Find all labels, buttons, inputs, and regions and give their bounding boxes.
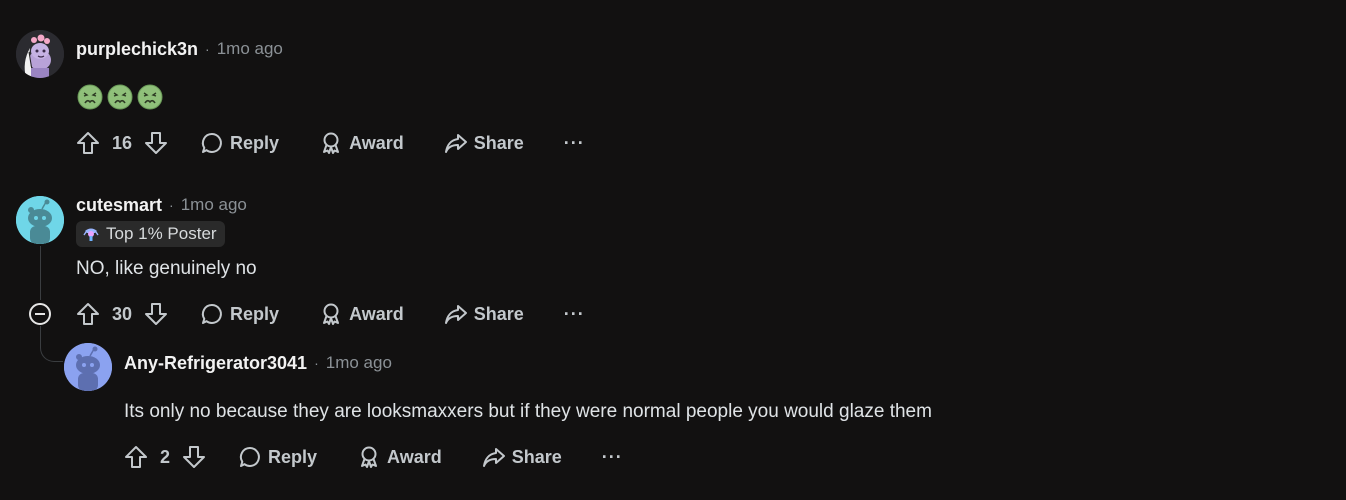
snoo-avatar-icon — [16, 196, 64, 244]
upvote-button[interactable] — [76, 131, 100, 155]
reply-button[interactable]: Reply — [200, 302, 279, 326]
award-label: Award — [349, 132, 404, 153]
comment-meta: Any-Refrigerator3041 · 1mo ago — [124, 352, 392, 374]
reply-button[interactable]: Reply — [238, 445, 317, 469]
collapse-thread-button[interactable] — [29, 303, 51, 325]
avatar[interactable] — [16, 196, 64, 244]
nauseated-face-icon — [107, 84, 133, 110]
reply-button[interactable]: Reply — [200, 131, 279, 155]
comment-meta: purplechick3n · 1mo ago — [76, 38, 283, 60]
arrow-down-icon — [183, 446, 206, 468]
share-arrow-icon — [444, 134, 467, 153]
timestamp[interactable]: 1mo ago — [181, 195, 247, 215]
purple-snoo-avatar-icon — [16, 30, 64, 78]
comment-actions: 16 Reply Award Share ··· — [76, 127, 585, 159]
separator: · — [205, 41, 210, 57]
minus-icon — [35, 313, 45, 315]
upvote-button[interactable] — [76, 302, 100, 326]
vote-score: 16 — [112, 132, 133, 153]
separator: · — [169, 197, 174, 213]
comment-body: Its only no because they are looksmaxxer… — [124, 401, 932, 422]
vote-score: 2 — [160, 446, 171, 467]
comment-actions: 2 Reply Award Share ··· — [124, 441, 623, 473]
vote-controls: 30 — [76, 302, 168, 326]
more-options-button[interactable]: ··· — [602, 447, 623, 468]
top-poster-icon — [83, 228, 99, 241]
share-arrow-icon — [482, 448, 505, 467]
nauseated-face-icon — [77, 84, 103, 110]
snoo-avatar-icon — [64, 343, 112, 391]
award-icon — [323, 132, 340, 154]
upvote-button[interactable] — [124, 445, 148, 469]
arrow-up-icon — [77, 132, 99, 154]
comment-bubble-icon — [201, 303, 222, 324]
award-button[interactable]: Award — [319, 302, 404, 326]
comment-thread: purplechick3n · 1mo ago 16 Reply Award S… — [0, 0, 1346, 500]
thread-line[interactable] — [40, 246, 41, 300]
nauseated-face-icon — [137, 84, 163, 110]
award-button[interactable]: Award — [319, 131, 404, 155]
downvote-button[interactable] — [144, 131, 168, 155]
award-icon — [323, 303, 340, 325]
comment-bubble-icon — [239, 446, 260, 467]
downvote-button[interactable] — [182, 445, 206, 469]
vote-score: 30 — [112, 303, 133, 324]
reply-label: Reply — [230, 303, 280, 324]
timestamp[interactable]: 1mo ago — [217, 39, 283, 59]
share-label: Share — [511, 446, 562, 467]
award-label: Award — [387, 446, 442, 467]
comment-meta: cutesmart · 1mo ago — [76, 194, 247, 216]
comment-body: NO, like genuinely no — [76, 258, 257, 279]
reply-label: Reply — [230, 132, 280, 153]
username[interactable]: purplechick3n — [76, 39, 198, 60]
share-label: Share — [473, 303, 524, 324]
more-options-button[interactable]: ··· — [564, 133, 585, 154]
arrow-up-icon — [77, 303, 99, 325]
downvote-button[interactable] — [144, 302, 168, 326]
arrow-up-icon — [125, 446, 147, 468]
user-flair-badge: Top 1% Poster — [76, 221, 225, 247]
share-label: Share — [473, 132, 524, 153]
award-icon — [361, 446, 378, 468]
arrow-down-icon — [145, 303, 168, 325]
share-button[interactable]: Share — [444, 302, 524, 326]
award-label: Award — [349, 303, 404, 324]
avatar[interactable] — [16, 30, 64, 78]
username[interactable]: Any-Refrigerator3041 — [124, 353, 307, 374]
timestamp[interactable]: 1mo ago — [326, 353, 392, 373]
avatar[interactable] — [64, 343, 112, 391]
share-arrow-icon — [444, 305, 467, 324]
award-button[interactable]: Award — [357, 445, 442, 469]
more-options-button[interactable]: ··· — [564, 304, 585, 325]
comment-actions: 30 Reply Award Share ··· — [76, 298, 585, 330]
arrow-down-icon — [145, 132, 168, 154]
reply-label: Reply — [268, 446, 318, 467]
flair-label: Top 1% Poster — [106, 224, 217, 243]
share-button[interactable]: Share — [482, 445, 562, 469]
comment-body — [77, 84, 163, 110]
vote-controls: 2 — [124, 445, 206, 469]
vote-controls: 16 — [76, 131, 168, 155]
comment-bubble-icon — [201, 132, 222, 153]
separator: · — [314, 355, 319, 371]
username[interactable]: cutesmart — [76, 195, 162, 216]
thread-line[interactable] — [40, 326, 63, 362]
share-button[interactable]: Share — [444, 131, 524, 155]
